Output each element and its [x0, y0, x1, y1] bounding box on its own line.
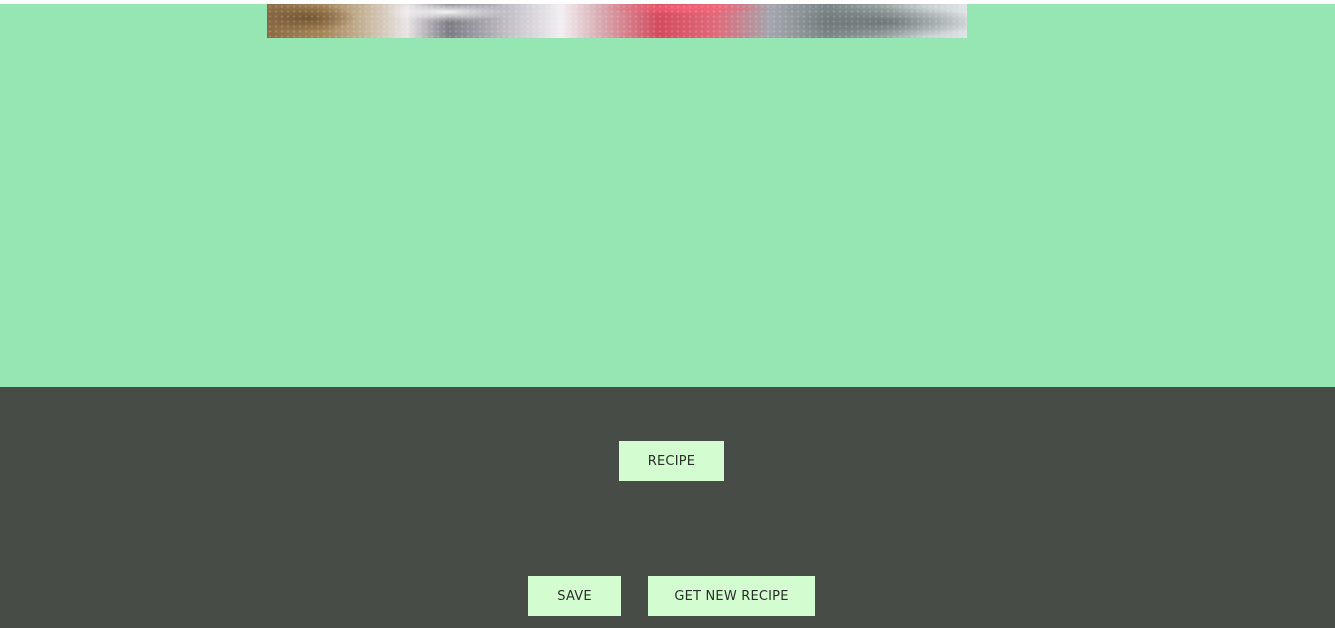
page: RECIPE SAVE GET NEW RECIPE [0, 0, 1335, 628]
food-photo [267, 4, 967, 38]
get-new-recipe-button[interactable]: GET NEW RECIPE [648, 576, 815, 616]
action-panel: RECIPE SAVE GET NEW RECIPE [0, 387, 1335, 628]
recipe-button[interactable]: RECIPE [619, 441, 724, 481]
save-button[interactable]: SAVE [528, 576, 621, 616]
hero-section [0, 4, 1335, 387]
